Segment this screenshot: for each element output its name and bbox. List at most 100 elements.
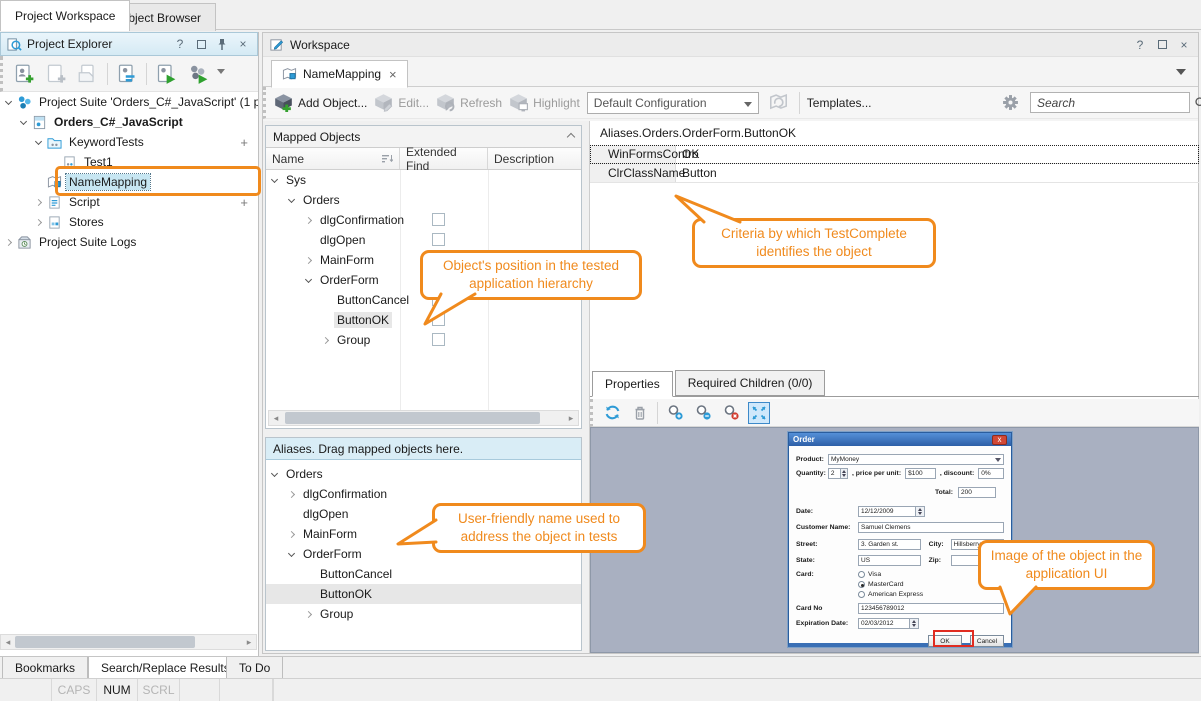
search-input[interactable]: [1037, 96, 1194, 110]
column-name[interactable]: Name: [266, 148, 400, 169]
tab-todo[interactable]: To Do: [226, 657, 283, 679]
run-dropdown-icon[interactable]: [217, 69, 225, 78]
add-existing-item-icon[interactable]: [75, 61, 101, 87]
tab-project-workspace-label: Project Workspace: [15, 9, 115, 23]
mapped-row-group[interactable]: Group: [266, 330, 581, 350]
mapped-objects-hscrollbar[interactable]: ◂▸: [268, 410, 579, 426]
tab-list-dropdown-icon[interactable]: [1176, 69, 1186, 80]
card-label: Card:: [796, 571, 858, 578]
callout-criteria: Criteria by which TestComplete identifie…: [692, 218, 936, 268]
tree-item-keywordtests[interactable]: KeywordTests +: [0, 132, 258, 152]
mapped-row-sys[interactable]: Sys: [266, 170, 581, 190]
property-value[interactable]: OK: [676, 147, 699, 161]
help-icon[interactable]: ?: [1132, 37, 1148, 53]
refresh-image-icon[interactable]: [601, 402, 623, 424]
sync-configuration-icon[interactable]: [766, 90, 792, 116]
property-row[interactable]: WinFormsContro OK: [590, 145, 1199, 164]
extended-find-checkbox[interactable]: [432, 333, 445, 346]
property-row[interactable]: ClrClassName Button: [590, 164, 1199, 183]
refresh-button[interactable]: Refresh: [436, 93, 502, 112]
tree-item-label: Script: [66, 194, 103, 210]
total-field: 200: [958, 487, 996, 498]
extended-find-checkbox[interactable]: [432, 213, 445, 226]
details-tab-strip: Properties Required Children (0/0): [590, 369, 1199, 397]
search-icon: [1194, 96, 1201, 110]
refresh-label: Refresh: [460, 96, 502, 110]
alias-row-group[interactable]: Group: [266, 604, 581, 624]
mapped-row-orders[interactable]: Orders: [266, 190, 581, 210]
alias-row-label: ButtonCancel: [317, 566, 395, 582]
property-name: WinFormsContro: [590, 145, 676, 163]
maximize-icon[interactable]: [1154, 37, 1170, 53]
property-value[interactable]: Button: [676, 166, 717, 180]
run-project-suite-icon[interactable]: [185, 61, 211, 87]
extended-find-checkbox[interactable]: [432, 233, 445, 246]
maximize-icon[interactable]: [193, 36, 209, 52]
mapped-row-label: dlgOpen: [317, 232, 368, 248]
column-description[interactable]: Description: [488, 148, 581, 169]
tab-bookmarks[interactable]: Bookmarks: [2, 657, 88, 679]
close-icon[interactable]: ×: [1176, 37, 1192, 53]
callout-alias: User-friendly name used to address the o…: [432, 503, 646, 553]
tree-item-project-suite[interactable]: Project Suite 'Orders_C#_JavaScript' (1 …: [0, 92, 258, 112]
collapse-panel-icon[interactable]: [568, 134, 574, 140]
mapped-row-label: Orders: [300, 192, 343, 208]
highlight-button[interactable]: Highlight: [509, 93, 580, 112]
tab-project-workspace[interactable]: Project Workspace: [0, 0, 130, 31]
run-project-icon[interactable]: [153, 61, 179, 87]
mapped-row-dlgopen[interactable]: dlgOpen: [266, 230, 581, 250]
add-child-icon[interactable]: +: [240, 135, 248, 150]
templates-button[interactable]: Templates...: [807, 96, 872, 110]
column-extended-find-label: Extended Find: [406, 145, 481, 173]
callout-image-text: Image of the object in the application U…: [978, 540, 1155, 590]
mapped-row-label: dlgConfirmation: [317, 212, 407, 228]
alias-row-orders[interactable]: Orders: [266, 464, 581, 484]
edit-button[interactable]: Edit...: [374, 93, 429, 112]
delete-image-icon[interactable]: [629, 402, 651, 424]
templates-label: Templates...: [807, 96, 872, 110]
zoom-out-icon[interactable]: [692, 402, 714, 424]
tab-properties[interactable]: Properties: [592, 371, 673, 397]
configuration-combobox[interactable]: Default Configuration: [587, 92, 759, 114]
project-explorer-header: Project Explorer ? ×: [0, 32, 258, 56]
close-icon[interactable]: ×: [235, 36, 251, 52]
organize-items-icon[interactable]: [114, 61, 140, 87]
tab-required-children[interactable]: Required Children (0/0): [675, 370, 826, 396]
add-object-button[interactable]: Add Object...: [274, 93, 367, 112]
tree-item-stores[interactable]: Stores: [0, 212, 258, 232]
column-extended-find[interactable]: Extended Find: [400, 148, 488, 169]
expiration-date-field: 02/03/2012: [858, 618, 910, 629]
tree-item-test1[interactable]: Test1: [0, 152, 258, 172]
callout-alias-text: User-friendly name used to address the o…: [432, 503, 646, 553]
add-new-item-icon[interactable]: [43, 61, 69, 87]
edit-icon: [374, 93, 393, 112]
doc-tab-label: NameMapping: [303, 67, 381, 81]
pin-icon[interactable]: [214, 36, 230, 52]
street-field: 3. Garden st.: [858, 539, 921, 550]
alias-row-buttoncancel[interactable]: ButtonCancel: [266, 564, 581, 584]
zoom-reset-icon[interactable]: [720, 402, 742, 424]
alias-row-label: MainForm: [300, 526, 360, 542]
tab-search-replace-results[interactable]: Search/Replace Results: [88, 657, 243, 679]
tree-item-label: Project Suite Logs: [36, 234, 139, 250]
tree-item-namemapping[interactable]: NameMapping: [0, 172, 258, 192]
callout-alias-tail: [394, 516, 438, 550]
tree-item-project[interactable]: Orders_C#_JavaScript: [0, 112, 258, 132]
settings-gear-icon[interactable]: [997, 90, 1023, 116]
add-project-item-icon[interactable]: [11, 61, 37, 87]
add-child-icon[interactable]: +: [240, 195, 248, 210]
tree-item-label: NameMapping: [66, 174, 150, 190]
tab-namemapping-document[interactable]: NameMapping ×: [271, 60, 408, 88]
mapped-row-dlgconfirmation[interactable]: dlgConfirmation: [266, 210, 581, 230]
alias-row-buttonok[interactable]: ButtonOK: [266, 584, 581, 604]
close-tab-icon[interactable]: ×: [389, 67, 397, 82]
fit-to-window-icon[interactable]: [748, 402, 770, 424]
tree-item-label: KeywordTests: [66, 134, 147, 150]
project-tree-hscrollbar[interactable]: ◂▸: [0, 634, 257, 650]
namemapping-toolbar: Add Object... Edit... Refresh Highlight …: [263, 87, 1198, 119]
tree-item-script[interactable]: Script +: [0, 192, 258, 212]
alias-row-dlgconfirmation[interactable]: dlgConfirmation: [266, 484, 581, 504]
help-icon[interactable]: ?: [172, 36, 188, 52]
zoom-in-icon[interactable]: [664, 402, 686, 424]
tree-item-project-suite-logs[interactable]: Project Suite Logs: [0, 232, 258, 252]
